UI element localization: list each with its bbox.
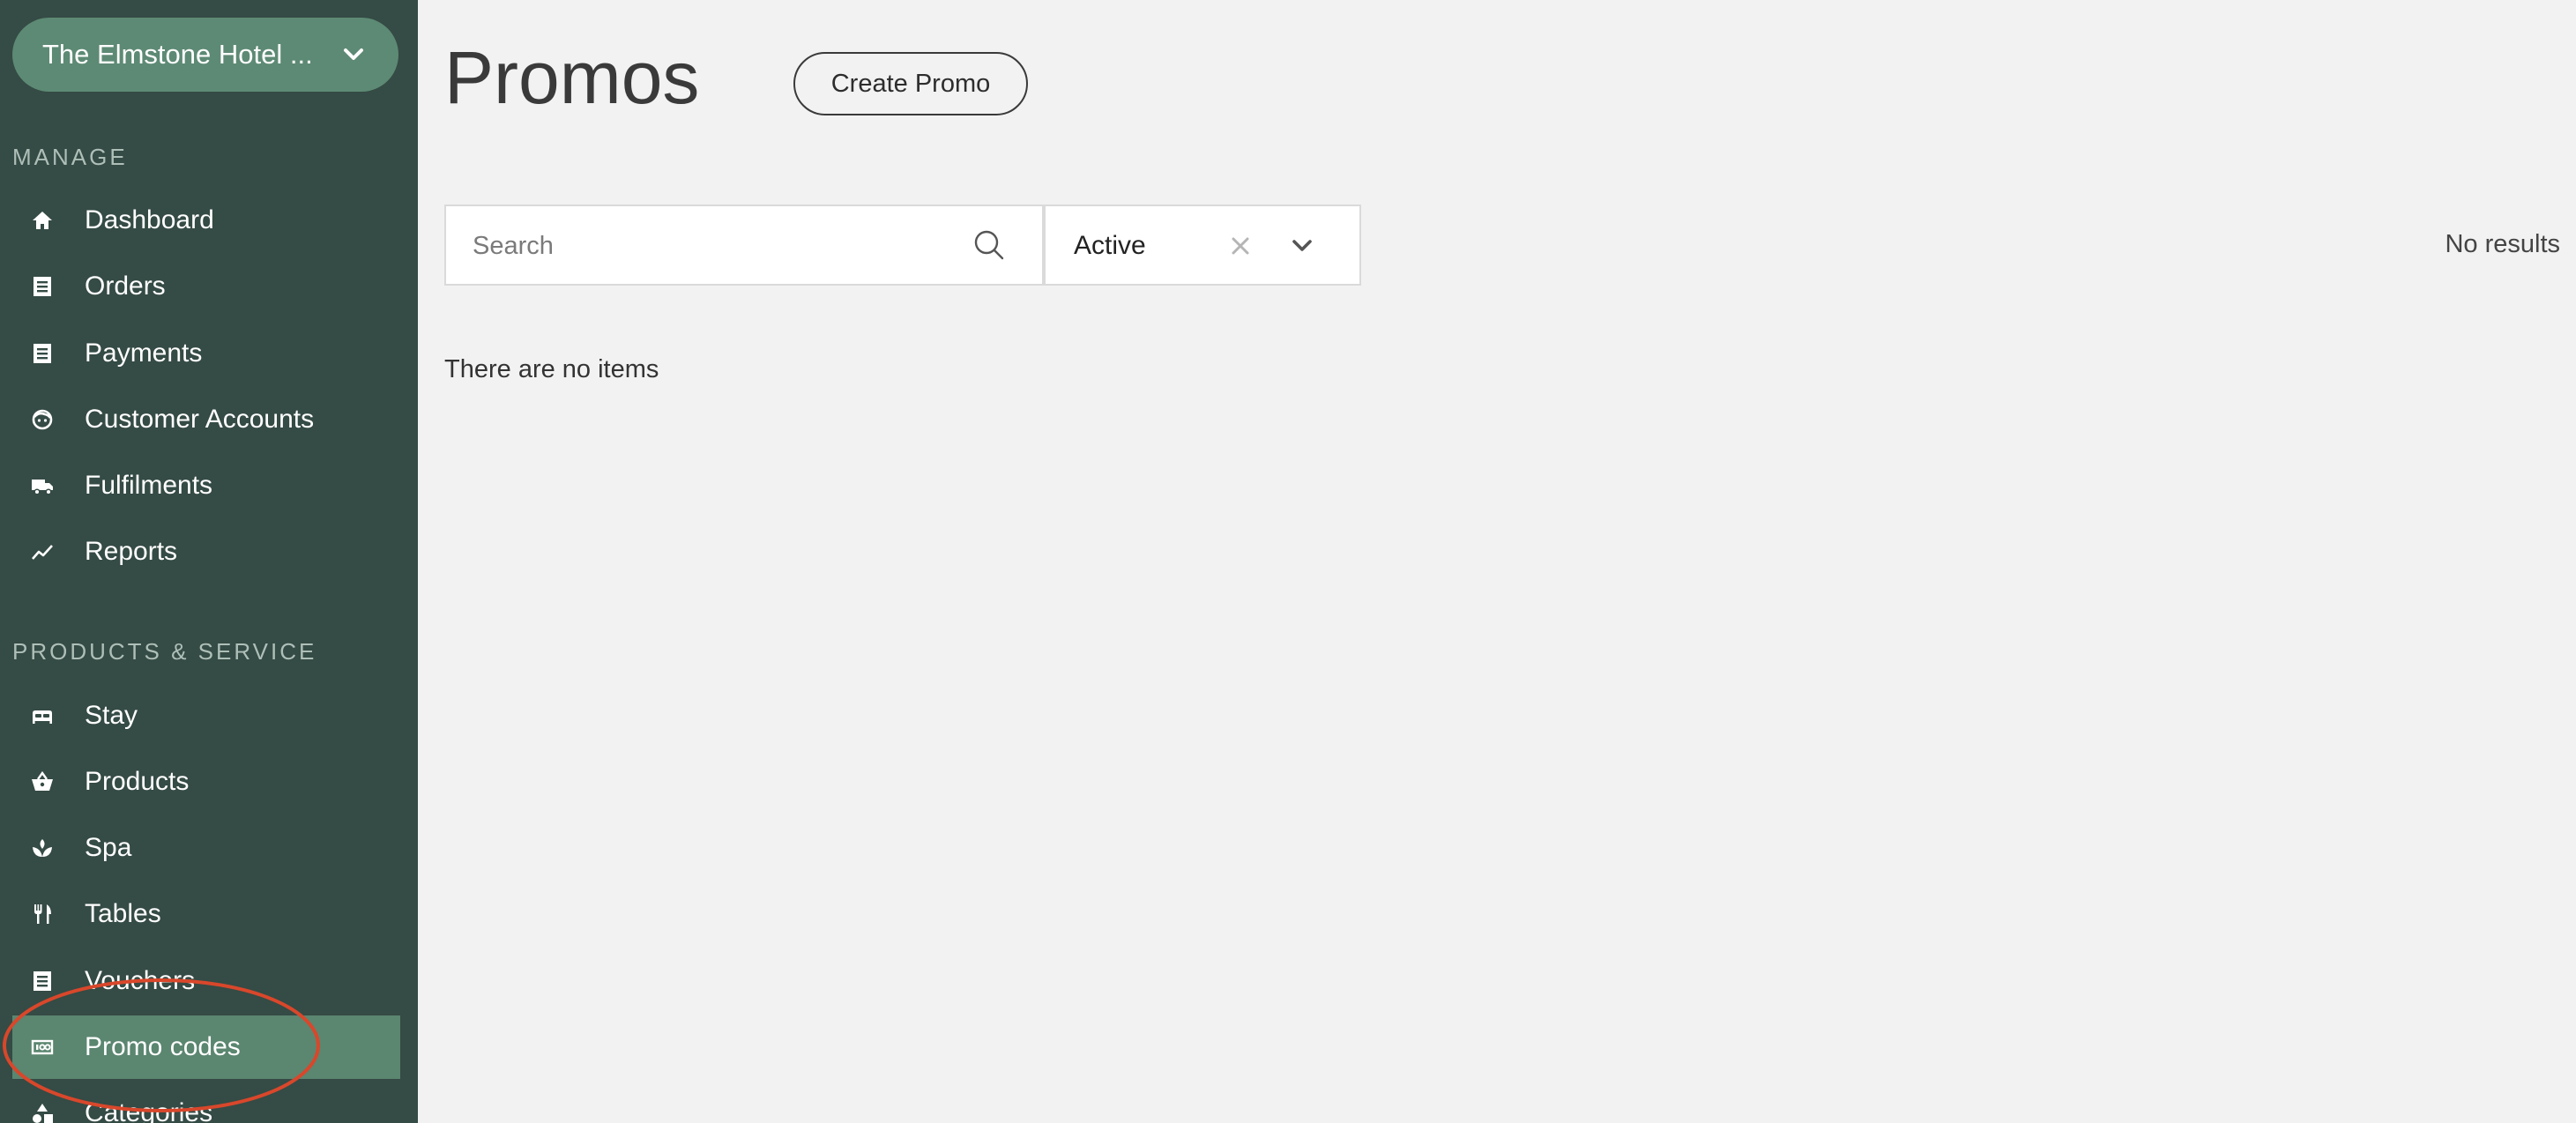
face-icon — [30, 407, 55, 432]
spa-icon — [30, 836, 55, 860]
trend-icon — [30, 539, 55, 564]
sidebar-item-label: Payments — [85, 338, 203, 368]
list-icon — [30, 969, 55, 993]
sidebar-item-dashboard[interactable]: Dashboard — [12, 189, 400, 252]
truck-icon — [30, 473, 55, 498]
search-input[interactable] — [471, 206, 968, 286]
sidebar-item-stay[interactable]: Stay — [12, 684, 400, 747]
sidebar-item-tables[interactable]: Tables — [12, 882, 400, 946]
sidebar-item-label: Fulfilments — [85, 471, 213, 500]
sidebar-item-payments[interactable]: Payments — [12, 322, 400, 385]
close-icon[interactable] — [1227, 233, 1254, 259]
promo-icon — [30, 1035, 55, 1060]
list-icon — [30, 274, 55, 299]
sidebar-item-label: Dashboard — [85, 205, 214, 234]
venue-selector[interactable]: The Elmstone Hotel ... — [12, 18, 398, 92]
sidebar-item-fulfilments[interactable]: Fulfilments — [12, 454, 400, 517]
results-count: No results — [2445, 230, 2560, 258]
home-icon — [30, 208, 55, 233]
sidebar-item-label: Products — [85, 767, 190, 796]
sidebar-item-label: Categories — [85, 1098, 213, 1123]
sidebar: The Elmstone Hotel ... MANAGE Dashboard … — [0, 0, 418, 1123]
status-filter-value: Active — [1074, 231, 1146, 260]
status-filter-select[interactable]: Active — [1044, 205, 1361, 286]
sidebar-item-label: Vouchers — [85, 966, 196, 995]
section-title-manage: MANAGE — [12, 144, 128, 170]
sidebar-item-label: Customer Accounts — [85, 405, 315, 434]
sidebar-item-label: Orders — [85, 271, 166, 301]
sidebar-item-label: Spa — [85, 833, 132, 862]
sidebar-item-label: Promo codes — [85, 1032, 241, 1061]
sidebar-item-customer-accounts[interactable]: Customer Accounts — [12, 388, 400, 451]
bed-icon — [30, 703, 55, 728]
sidebar-item-vouchers[interactable]: Vouchers — [12, 949, 400, 1013]
sidebar-item-products[interactable]: Products — [12, 750, 400, 814]
venue-name: The Elmstone Hotel ... — [42, 39, 313, 70]
sidebar-item-categories[interactable]: Categories — [12, 1082, 400, 1123]
section-title-products-service: PRODUCTS & SERVICE — [12, 638, 317, 665]
basket-icon — [30, 770, 55, 794]
create-promo-button[interactable]: Create Promo — [793, 52, 1028, 115]
sidebar-item-label: Stay — [85, 701, 138, 730]
chevron-down-icon[interactable] — [1289, 236, 1315, 256]
sidebar-item-spa[interactable]: Spa — [12, 816, 400, 880]
search-icon[interactable] — [972, 227, 1007, 263]
sidebar-item-label: Tables — [85, 899, 161, 928]
sidebar-item-orders[interactable]: Orders — [12, 255, 400, 318]
sidebar-item-reports[interactable]: Reports — [12, 520, 400, 584]
sidebar-item-label: Reports — [85, 537, 178, 566]
list-icon — [30, 341, 55, 366]
chevron-down-icon — [344, 48, 363, 60]
sidebar-item-promo-codes[interactable]: Promo codes — [12, 1015, 400, 1079]
empty-state-message: There are no items — [444, 355, 659, 383]
search-box — [444, 205, 1044, 286]
categories-icon — [30, 1101, 55, 1123]
page-title: Promos — [444, 36, 700, 119]
cutlery-icon — [30, 902, 55, 926]
